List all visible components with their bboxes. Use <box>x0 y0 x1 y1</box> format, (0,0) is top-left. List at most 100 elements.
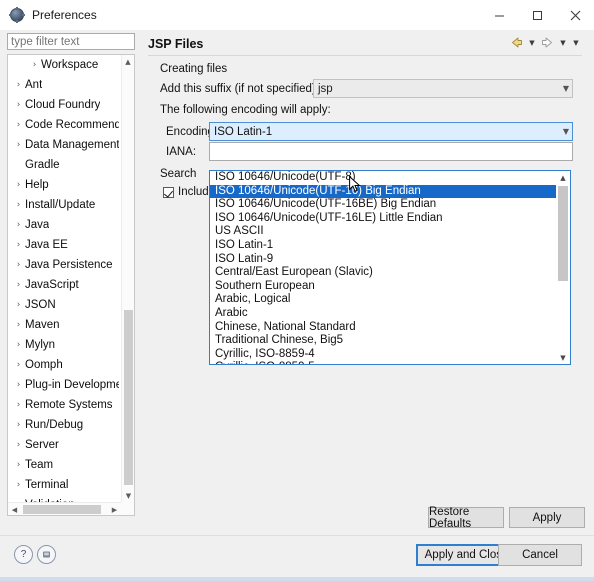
sidebar-item-help[interactable]: › Help <box>8 175 121 195</box>
view-menu-chevron-down-icon[interactable]: ▼ <box>570 34 582 51</box>
forward-arrow-icon[interactable] <box>539 34 556 51</box>
chevron-up-icon[interactable]: ▲ <box>556 171 570 184</box>
sidebar-item-code-recommenders[interactable]: ›Code Recommenders <box>8 115 121 135</box>
dropdown-option[interactable]: ISO 10646/Unicode(UTF-8) <box>210 171 556 185</box>
dropdown-scroll-thumb[interactable] <box>558 186 568 281</box>
sidebar-item-oomph[interactable]: › Oomph <box>8 355 121 375</box>
chevron-right-icon[interactable]: › <box>12 480 25 490</box>
scroll-left-icon[interactable]: ◀ <box>8 503 21 515</box>
sidebar-item-java[interactable]: › Java <box>8 215 121 235</box>
window-title: Preferences <box>32 8 97 22</box>
dialog-footer: ? Apply and Close Cancel <box>0 535 594 581</box>
sidebar-item-label: JSON <box>25 299 56 311</box>
chevron-right-icon[interactable]: › <box>12 260 25 270</box>
dropdown-scrollbar[interactable]: ▲ ▼ <box>556 171 570 364</box>
sidebar-item-label: Oomph <box>25 359 63 371</box>
encoding-combo[interactable]: ISO Latin-1 ▼ <box>209 122 573 141</box>
chevron-right-icon[interactable]: › <box>12 80 25 90</box>
help-icon[interactable]: ? <box>14 545 33 564</box>
minimize-button[interactable] <box>480 0 518 30</box>
dropdown-option[interactable]: Central/East European (Slavic) <box>210 266 556 280</box>
back-arrow-icon[interactable] <box>508 34 525 51</box>
sidebar-item-plug-in-development[interactable]: ›Plug-in Development <box>8 375 121 395</box>
dropdown-option[interactable]: Traditional Chinese, Big5 <box>210 334 556 348</box>
dropdown-option[interactable]: ISO Latin-9 <box>210 253 556 267</box>
chevron-right-icon[interactable]: › <box>12 320 25 330</box>
sidebar-item-data-management[interactable]: › Data Management <box>8 135 121 155</box>
preferences-tree-items: › Workspace › Ant › Cloud Foundry › Code Recomm… <box>8 55 121 515</box>
scroll-right-icon[interactable]: ▶ <box>108 503 121 515</box>
sidebar-item-terminal[interactable]: › Terminal <box>8 475 121 495</box>
cancel-button[interactable]: Cancel <box>498 544 582 566</box>
chevron-right-icon[interactable]: › <box>12 100 25 110</box>
sidebar-item-json[interactable]: › JSON <box>8 295 121 315</box>
chevron-right-icon[interactable]: › <box>12 180 25 190</box>
back-menu-chevron-down-icon[interactable]: ▼ <box>526 34 538 51</box>
dropdown-option[interactable]: ISO Latin-1 <box>210 239 556 253</box>
chevron-right-icon[interactable]: › <box>12 120 25 130</box>
sidebar-item-maven[interactable]: › Maven <box>8 315 121 335</box>
apply-button[interactable]: Apply <box>509 507 585 528</box>
encoding-dropdown-list[interactable]: ISO 10646/Unicode(UTF-8) ISO 10646/Unicod… <box>209 170 571 365</box>
chevron-down-icon[interactable]: ▼ <box>563 123 569 140</box>
chevron-right-icon[interactable]: › <box>12 280 25 290</box>
iana-combo[interactable] <box>209 142 573 161</box>
scroll-down-icon[interactable]: ▼ <box>122 489 134 502</box>
info-icon[interactable] <box>37 545 56 564</box>
close-button[interactable] <box>556 0 594 30</box>
chevron-right-icon[interactable]: › <box>12 300 25 310</box>
chevron-right-icon[interactable]: › <box>12 400 25 410</box>
sidebar-item-javascript[interactable]: › JavaScript <box>8 275 121 295</box>
chevron-right-icon[interactable]: › <box>12 240 25 250</box>
sidebar-item-java-ee[interactable]: › Java EE <box>8 235 121 255</box>
forward-menu-chevron-down-icon[interactable]: ▼ <box>557 34 569 51</box>
sidebar-item-label: Java <box>25 219 50 231</box>
suffix-combo[interactable]: jsp ▼ <box>313 79 573 98</box>
sidebar-item-java-persistence[interactable]: › Java Persistence <box>8 255 121 275</box>
dropdown-option[interactable]: ISO 10646/Unicode(UTF-16LE) Little Endia… <box>210 212 556 226</box>
chevron-right-icon[interactable]: › <box>12 440 25 450</box>
dropdown-option[interactable]: Chinese, National Standard <box>210 321 556 335</box>
maximize-button[interactable] <box>518 0 556 30</box>
dropdown-option[interactable]: Cyrillic, ISO-8859-4 <box>210 348 556 362</box>
chevron-right-icon[interactable]: › <box>12 420 25 430</box>
sidebar-item-workspace[interactable]: › Workspace <box>8 55 121 75</box>
chevron-right-icon[interactable]: › <box>12 220 25 230</box>
chevron-right-icon[interactable]: › <box>12 360 25 370</box>
tree-horizontal-scrollbar[interactable]: ◀ ▶ <box>8 502 121 515</box>
sidebar-item-label: Java Persistence <box>25 259 113 271</box>
dropdown-option[interactable]: US ASCII <box>210 225 556 239</box>
sidebar-item-remote-systems[interactable]: › Remote Systems <box>8 395 121 415</box>
sidebar-item-server[interactable]: › Server <box>8 435 121 455</box>
preferences-tree[interactable]: › Workspace › Ant › Cloud Foundry › Code Recomm… <box>7 54 135 516</box>
chevron-right-icon[interactable]: › <box>12 140 25 150</box>
dropdown-option[interactable]: ISO 10646/Unicode(UTF-16BE) Big Endian <box>210 198 556 212</box>
tree-vertical-scrollbar[interactable]: ▲ ▼ <box>121 55 134 502</box>
sidebar-item-gradle[interactable]: Gradle <box>8 155 121 175</box>
dropdown-option[interactable]: ISO 10646/Unicode(UTF-16) Big Endian <box>210 184 556 199</box>
tree-hscroll-thumb[interactable] <box>23 505 101 514</box>
chevron-right-icon[interactable]: › <box>12 200 25 210</box>
dropdown-option[interactable]: Cyrillic, ISO-8859-5 <box>210 361 556 364</box>
chevron-right-icon[interactable]: › <box>28 60 41 70</box>
restore-defaults-button[interactable]: Restore Defaults <box>428 506 504 530</box>
sidebar-item-mylyn[interactable]: › Mylyn <box>8 335 121 355</box>
chevron-down-icon[interactable]: ▼ <box>556 351 570 364</box>
chevron-right-icon[interactable]: › <box>12 460 25 470</box>
filter-input[interactable] <box>7 33 135 50</box>
sidebar-item-ant[interactable]: › Ant <box>8 75 121 95</box>
scroll-up-icon[interactable]: ▲ <box>122 55 134 68</box>
dropdown-option[interactable]: Arabic, Logical <box>210 293 556 307</box>
chevron-right-icon[interactable]: › <box>12 340 25 350</box>
sidebar-item-run-debug[interactable]: › Run/Debug <box>8 415 121 435</box>
sidebar-item-label: Server <box>25 439 59 451</box>
sidebar-item-team[interactable]: › Team <box>8 455 121 475</box>
tree-scroll-thumb[interactable] <box>124 310 133 485</box>
chevron-right-icon[interactable]: › <box>12 380 25 390</box>
dropdown-option[interactable]: Arabic <box>210 307 556 321</box>
suffix-value: jsp <box>318 83 333 95</box>
dropdown-option[interactable]: Southern European <box>210 280 556 294</box>
preferences-dialog: Preferences ›Workspace›Ant›Cloud Foundry… <box>0 0 594 581</box>
sidebar-item-cloud-foundry[interactable]: › Cloud Foundry <box>8 95 121 115</box>
sidebar-item-install-update[interactable]: › Install/Update <box>8 195 121 215</box>
